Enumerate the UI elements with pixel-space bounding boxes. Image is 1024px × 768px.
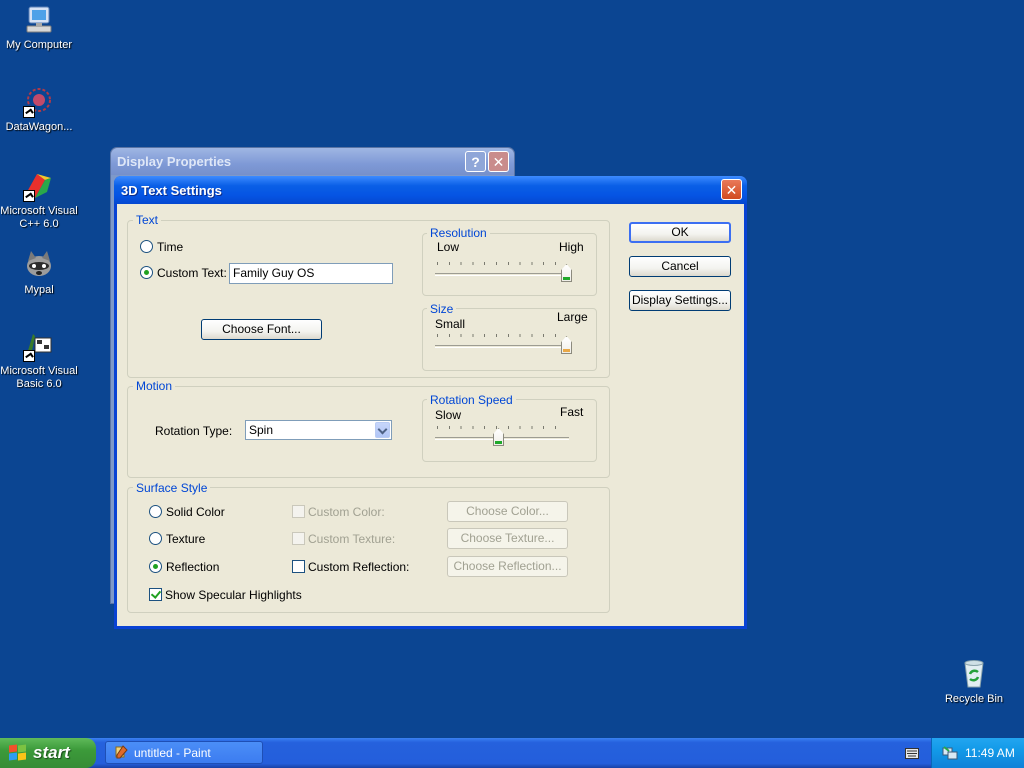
solid-color-label: Solid Color xyxy=(166,505,225,519)
desktop-icon-my-computer[interactable]: My Computer xyxy=(0,4,79,52)
reflection-radio[interactable] xyxy=(149,560,162,573)
resolution-max-label: High xyxy=(559,240,584,254)
choose-color-button[interactable]: Choose Color... xyxy=(447,501,568,522)
desktop-icon-label: Microsoft Visual Basic 6.0 xyxy=(0,365,78,390)
taskbar-item-label: untitled - Paint xyxy=(134,746,211,760)
network-tray-icon[interactable] xyxy=(942,745,958,764)
custom-texture-checkbox[interactable] xyxy=(292,532,305,545)
ok-button[interactable]: OK xyxy=(629,222,731,243)
shortcut-arrow-icon xyxy=(23,106,35,118)
help-button[interactable]: ? xyxy=(465,151,486,172)
texture-label: Texture xyxy=(166,532,206,546)
custom-color-checkbox[interactable] xyxy=(292,505,305,518)
desktop-icon-visual-basic[interactable]: Microsoft Visual Basic 6.0 xyxy=(0,330,79,391)
dialog-close-button[interactable]: ✕ xyxy=(721,179,742,200)
desktop-icon-label: Recycle Bin xyxy=(944,693,1004,705)
taskbar-item-paint[interactable]: untitled - Paint xyxy=(105,741,263,764)
choose-font-button[interactable]: Choose Font... xyxy=(201,319,322,340)
show-specular-highlights-checkbox[interactable] xyxy=(149,588,162,601)
texture-radio[interactable] xyxy=(149,532,162,545)
resolution-label: Resolution xyxy=(427,226,490,240)
my-computer-icon xyxy=(23,4,55,36)
show-specular-highlights-label: Show Specular Highlights xyxy=(165,588,302,602)
rotation-speed-max-label: Fast xyxy=(560,405,584,419)
rotation-speed-slider-thumb[interactable] xyxy=(493,428,504,446)
shortcut-arrow-icon xyxy=(23,350,35,362)
desktop-icon-recycle-bin[interactable]: Recycle Bin xyxy=(934,658,1014,706)
reflection-label: Reflection xyxy=(166,560,220,574)
recycle-bin-icon xyxy=(958,658,990,690)
custom-reflection-label: Custom Reflection: xyxy=(308,560,410,574)
start-label: start xyxy=(33,743,70,762)
system-tray: 11:49 AM xyxy=(931,738,1024,768)
surface-style-group-label: Surface Style xyxy=(133,481,211,495)
clock[interactable]: 11:49 AM xyxy=(965,746,1015,760)
slider-ticks xyxy=(437,262,567,265)
window-title: Display Properties xyxy=(117,154,232,169)
desktop-icon-label: DataWagon... xyxy=(5,121,73,133)
start-button[interactable]: start xyxy=(0,738,96,768)
close-button[interactable]: ✕ xyxy=(488,151,509,172)
choose-reflection-button[interactable]: Choose Reflection... xyxy=(447,556,568,577)
datawagon-icon xyxy=(23,86,55,118)
custom-reflection-checkbox[interactable] xyxy=(292,560,305,573)
windows-flag-icon xyxy=(9,744,27,761)
dialog-title: 3D Text Settings xyxy=(121,183,222,198)
time-label: Time xyxy=(157,240,184,254)
desktop-icon-datawagon[interactable]: DataWagon... xyxy=(0,86,79,134)
taskbar: start untitled - Paint 11:49 AM xyxy=(0,738,1024,768)
desktop-icon-visual-cpp[interactable]: Microsoft Visual C++ 6.0 xyxy=(0,170,79,231)
time-radio[interactable] xyxy=(140,240,153,253)
resolution-slider[interactable] xyxy=(435,259,572,287)
desktop-icon-label: My Computer xyxy=(5,39,73,51)
dialog-client-area: Text Time Custom Text: Family Guy OS Cho… xyxy=(117,204,744,626)
slider-ticks xyxy=(437,426,567,429)
resolution-min-label: Low xyxy=(437,240,460,254)
custom-texture-label: Custom Texture: xyxy=(308,532,396,546)
rotation-speed-slider[interactable] xyxy=(435,423,569,451)
slider-track xyxy=(435,273,569,276)
mypal-raccoon-icon xyxy=(23,249,55,281)
custom-color-label: Custom Color: xyxy=(308,505,385,519)
size-slider[interactable] xyxy=(435,331,572,359)
desktop-icon-label: Microsoft Visual C++ 6.0 xyxy=(0,205,78,230)
rotation-type-label: Rotation Type: xyxy=(155,424,233,438)
shortcut-arrow-icon xyxy=(23,190,35,202)
rotation-type-value: Spin xyxy=(249,423,274,437)
custom-text-radio[interactable] xyxy=(140,266,153,279)
paint-icon xyxy=(114,745,128,764)
chevron-down-icon[interactable] xyxy=(375,422,390,438)
custom-text-input[interactable]: Family Guy OS xyxy=(229,263,393,284)
choose-texture-button[interactable]: Choose Texture... xyxy=(447,528,568,549)
display-settings-button[interactable]: Display Settings... xyxy=(629,290,731,311)
size-label: Size xyxy=(427,302,457,316)
size-max-label: Large xyxy=(557,310,588,324)
slider-track xyxy=(435,345,569,348)
motion-group-label: Motion xyxy=(133,379,176,393)
text-group-label: Text xyxy=(133,213,162,227)
rotation-speed-min-label: Slow xyxy=(435,408,462,422)
rotation-speed-label: Rotation Speed xyxy=(427,393,516,407)
desktop-icon-label: Mypal xyxy=(24,284,54,296)
slider-ticks xyxy=(437,334,567,337)
desktop-icon-mypal[interactable]: Mypal xyxy=(0,249,79,297)
visual-cpp-icon xyxy=(23,170,55,202)
size-min-label: Small xyxy=(435,317,466,331)
custom-text-label: Custom Text: xyxy=(157,266,227,280)
keyboard-icon[interactable] xyxy=(905,748,919,762)
3d-text-settings-dialog[interactable]: 3D Text Settings ✕ Text Time Custom Text… xyxy=(114,176,747,629)
rotation-type-dropdown[interactable]: Spin xyxy=(245,420,392,440)
cancel-button[interactable]: Cancel xyxy=(629,256,731,277)
visual-basic-icon xyxy=(23,330,55,362)
solid-color-radio[interactable] xyxy=(149,505,162,518)
